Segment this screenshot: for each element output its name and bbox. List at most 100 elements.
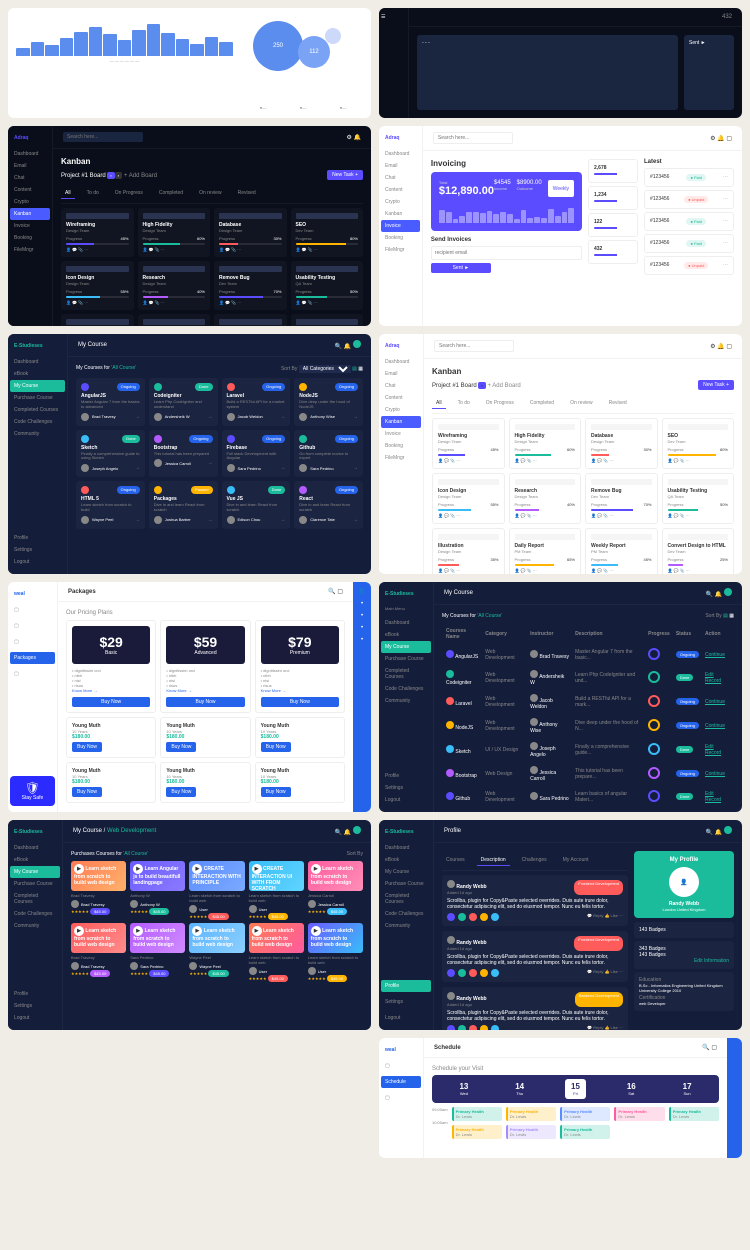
sidebar-item[interactable]: Settings (381, 996, 431, 1008)
tab[interactable]: On review (566, 398, 597, 409)
sidebar-item[interactable]: Crypto (381, 196, 420, 208)
tab[interactable]: Revised (234, 188, 260, 199)
sidebar-item[interactable]: FileMngr (381, 244, 420, 256)
sidebar-item[interactable]: Logout (10, 1012, 60, 1024)
appointment-card[interactable]: Primary HealthDr. Lewis (560, 1107, 610, 1121)
sidebar-item[interactable]: Crypto (10, 196, 50, 208)
kanban-card[interactable]: DatabaseDesign TeamProgress 30%👤 💬 📎 ⋯ (585, 418, 658, 469)
kanban-card[interactable]: WireframingDesign TeamProgress 45%👤 💬 📎 … (61, 208, 134, 257)
course-card[interactable]: OngoingAngularJSMaster Angular 7 from th… (76, 378, 145, 426)
sidebar-item[interactable]: Community (381, 920, 431, 932)
appointment-card[interactable]: Primary HealthDr. Lewis (506, 1125, 556, 1139)
course-thumb[interactable]: ▶ Learn sketch from scratch to build web… (308, 923, 363, 981)
table-row[interactable]: SketchUI / UX Design Joseph AngeloFinall… (444, 739, 732, 761)
sidebar-item[interactable]: Email (10, 160, 50, 172)
sidebar-item[interactable]: Purchase Course (381, 878, 431, 890)
course-card[interactable]: OngoingBootstrapThis tutorial has been p… (149, 430, 218, 478)
sidebar-item[interactable]: Chat (381, 380, 421, 392)
sidebar-item[interactable]: Invoice (381, 220, 420, 232)
sidebar-item[interactable]: Purchase Course (10, 878, 60, 890)
kanban-card[interactable]: Weekly ReportPM TeamProgress 45%👤 💬 📎 ⋯ (585, 528, 658, 574)
tab[interactable]: On Progress (482, 398, 518, 409)
tab[interactable]: Challenges (518, 855, 551, 866)
sidebar-item[interactable]: Logout (10, 556, 65, 568)
sidebar-item[interactable]: Chat (10, 172, 50, 184)
sidebar-item[interactable]: Booking (381, 440, 421, 452)
invoice-row[interactable]: #123456● Paid⋯ (644, 168, 734, 187)
sidebar-item[interactable]: Dashboard (10, 148, 50, 160)
user-icon[interactable]: 👤 (358, 588, 365, 595)
new-task-button[interactable]: New Task + (698, 380, 734, 390)
sidebar-item[interactable]: Settings (10, 1000, 60, 1012)
invoice-row[interactable]: #123456● Paid⋯ (644, 234, 734, 253)
sidebar-item[interactable]: Kanban (381, 208, 420, 220)
kanban-card[interactable]: Convert Design to HTMLDev TeamProgress 2… (662, 528, 735, 574)
weekly-dropdown[interactable]: Weekly (548, 180, 574, 197)
table-row[interactable]: LaravelWeb Development Jacob WeldonBuild… (444, 691, 732, 713)
course-card[interactable]: PausedPackagesDive in and learn React fr… (149, 481, 218, 529)
tab[interactable]: To do (83, 188, 103, 199)
sidebar-item[interactable]: ▢ (10, 620, 55, 632)
course-thumb[interactable]: ▶ Learn Angular js to build beautifull l… (130, 861, 185, 919)
list-view-icon[interactable]: ▤ (723, 613, 728, 619)
course-thumb[interactable]: ▶ CREATE INTERACTION WITH PRINCIPLELearn… (189, 861, 244, 919)
sidebar-item[interactable]: My Course (10, 866, 60, 878)
appointment-card[interactable]: Primary HealthDr. Lewis (614, 1107, 664, 1121)
invoice-row[interactable]: #123456● Unpaid⋯ (644, 256, 734, 275)
kanban-card[interactable]: DatabaseDesign TeamProgress 30%👤 💬 📎 ⋯ (214, 208, 287, 257)
invoice-row[interactable]: #123456● Unpaid⋯ (644, 190, 734, 209)
kanban-card[interactable]: SEODev TeamProgress 80%👤 💬 📎 ⋯ (291, 208, 364, 257)
sidebar-item[interactable]: Profile (381, 770, 431, 782)
tab[interactable]: Completed (155, 188, 187, 199)
sidebar-item-schedule[interactable]: Schedule (381, 1076, 421, 1088)
sidebar-item[interactable]: eBook (381, 854, 431, 866)
sidebar-item[interactable]: Purchase Course (10, 392, 65, 404)
invoice-row[interactable]: #123456● Paid⋯ (644, 212, 734, 231)
kanban-card[interactable]: High FidelityDesign TeamProgress 60%👤 💬 … (509, 418, 582, 469)
tab[interactable]: To do (454, 398, 474, 409)
sidebar-item[interactable]: Booking (381, 232, 420, 244)
course-card[interactable]: OngoingHTML 5Learn sketch from scratch t… (76, 481, 145, 529)
sidebar-item[interactable]: Community (381, 695, 431, 707)
sidebar-item[interactable]: ▢ (10, 636, 55, 648)
sidebar-item-packages[interactable]: Packages (10, 652, 55, 664)
table-row[interactable]: CodeigniterWeb Development Andersheik WL… (444, 667, 732, 689)
new-task-button[interactable]: New Task + (327, 170, 363, 180)
course-card[interactable]: DoneVue JSDive in and learn React from s… (222, 481, 291, 529)
kanban-card[interactable]: WireframingDesign TeamProgress 45%👤 💬 📎 … (432, 418, 505, 469)
kanban-card[interactable]: Weekly ReportPM TeamProgress 45%👤 💬 📎 ⋯ (214, 314, 287, 326)
sidebar-item[interactable]: Settings (10, 544, 65, 556)
kanban-card[interactable]: Daily ReportPM TeamProgress 65%👤 💬 📎 ⋯ (509, 528, 582, 574)
search-input[interactable] (434, 340, 514, 352)
sidebar-item[interactable]: FileMngr (10, 244, 50, 256)
tab[interactable]: My Account (559, 855, 593, 866)
table-row[interactable]: BootstrapWeb Design Jessica CarrollThis … (444, 763, 732, 785)
sidebar-item[interactable]: Code Challenges (381, 683, 431, 695)
course-card[interactable]: DoneCodeigniterLearn Php CodeIgniter and… (149, 378, 218, 426)
course-card[interactable]: OngoingFirebaseFull stack Development wi… (222, 430, 291, 478)
tab[interactable]: All (61, 188, 75, 199)
sidebar-item[interactable]: Invoice (10, 220, 50, 232)
sidebar-item[interactable]: Dashboard (381, 148, 420, 160)
course-card[interactable]: OngoingLaravelBuild a RESTful API for a … (222, 378, 291, 426)
sidebar-item[interactable]: Content (381, 392, 421, 404)
sidebar-item[interactable]: Logout (381, 1012, 431, 1024)
sidebar-item[interactable]: Community (10, 428, 65, 440)
buy-button[interactable]: Buy Now (166, 742, 196, 752)
course-thumb[interactable]: ▶ Learn sketch from scratch to build web… (189, 923, 244, 981)
edit-info-link[interactable]: Edit Information (639, 958, 729, 964)
table-row[interactable]: GithubWeb Development Sara PedrinoLearn … (444, 787, 732, 807)
sidebar-item[interactable]: Content (381, 184, 420, 196)
sidebar-item[interactable]: eBook (10, 854, 60, 866)
course-card[interactable]: DoneSketchFinally a comprehensive guide … (76, 430, 145, 478)
course-thumb[interactable]: ▶ CREATE INTERACTION UI WITH FROM SCRATC… (249, 861, 304, 919)
kanban-card[interactable]: Icon DesignDesign TeamProgress 55%👤 💬 📎 … (61, 261, 134, 310)
sidebar-item[interactable]: Email (381, 368, 421, 380)
search-input[interactable] (433, 132, 513, 144)
buy-button[interactable]: Buy Now (72, 787, 102, 797)
sidebar-item[interactable]: eBook (381, 629, 431, 641)
course-thumb[interactable]: ▶ Learn sketch from scratch to build web… (308, 861, 363, 919)
appointment-card[interactable]: Primary HealthDr. Lewis (506, 1107, 556, 1121)
sidebar-item[interactable]: Completed Courses (10, 890, 60, 908)
sidebar-item[interactable]: Completed Courses (381, 665, 431, 683)
